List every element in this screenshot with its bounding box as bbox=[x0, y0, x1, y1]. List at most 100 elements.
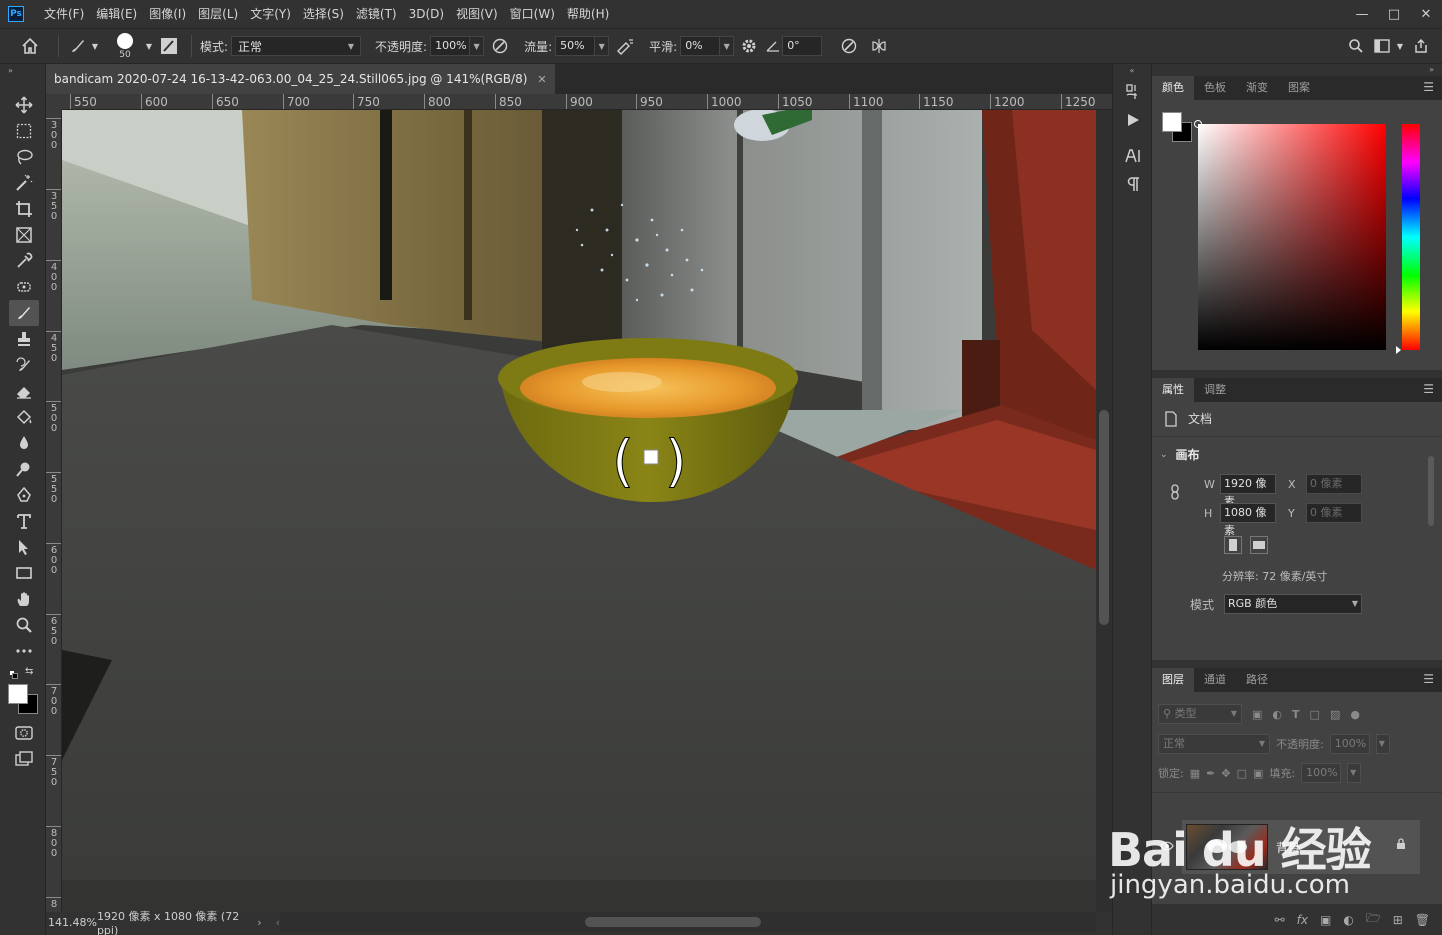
horizontal-scrollbar-thumb[interactable] bbox=[585, 917, 761, 927]
close-tab-icon[interactable]: ✕ bbox=[537, 73, 546, 86]
menu-type[interactable]: 文字(Y) bbox=[244, 0, 297, 28]
delete-layer-icon[interactable]: 🗑 bbox=[1415, 913, 1430, 927]
smart-object-filter-icon[interactable]: ▨ bbox=[1330, 708, 1340, 721]
panel-menu-icon[interactable]: ☰ bbox=[1423, 80, 1434, 94]
horizontal-scrollbar[interactable] bbox=[280, 912, 1096, 932]
y-input[interactable]: 0 像素 bbox=[1306, 503, 1362, 523]
panel-menu-icon[interactable]: ☰ bbox=[1423, 382, 1434, 396]
width-input[interactable]: 1920 像素 bbox=[1220, 474, 1276, 508]
paint-bucket-tool-icon[interactable] bbox=[9, 404, 39, 430]
chevron-down-icon[interactable]: ▼ bbox=[89, 31, 101, 61]
foreground-color-chip[interactable] bbox=[1162, 112, 1182, 132]
opacity-input[interactable]: 100% bbox=[430, 36, 471, 56]
blend-mode-select[interactable]: 正常 ▼ bbox=[1158, 734, 1270, 754]
menu-window[interactable]: 窗口(W) bbox=[504, 0, 561, 28]
opacity-dropdown[interactable]: ▼ bbox=[470, 36, 485, 56]
foreground-color-swatch[interactable] bbox=[8, 684, 28, 704]
layer-opacity-input[interactable]: 100% bbox=[1329, 734, 1370, 754]
zoom-level[interactable]: 141.48% bbox=[46, 916, 97, 929]
lock-image-icon[interactable]: ✒ bbox=[1206, 767, 1215, 780]
history-brush-tool-icon[interactable] bbox=[9, 352, 39, 378]
pressure-opacity-icon[interactable] bbox=[484, 31, 516, 61]
eyedropper-tool-icon[interactable] bbox=[9, 248, 39, 274]
menu-layer[interactable]: 图层(L) bbox=[192, 0, 244, 28]
more-tools-icon[interactable] bbox=[9, 638, 39, 664]
vertical-scrollbar-thumb[interactable] bbox=[1099, 410, 1109, 625]
clone-stamp-tool-icon[interactable] bbox=[9, 326, 39, 352]
canvas-section-header[interactable]: ⌄ 画布 bbox=[1160, 446, 1200, 463]
document-canvas[interactable]: ( ) bbox=[62, 110, 1096, 912]
workspace-icon[interactable] bbox=[1370, 31, 1394, 61]
brush-tool-preset-icon[interactable] bbox=[67, 31, 89, 61]
history-panel-icon[interactable] bbox=[1113, 78, 1153, 106]
swap-colors-icon[interactable]: ⇆ bbox=[25, 666, 33, 677]
brush-size-picker[interactable]: 50 bbox=[107, 31, 143, 61]
close-button[interactable]: ✕ bbox=[1410, 0, 1442, 28]
frame-tool-icon[interactable] bbox=[9, 222, 39, 248]
lasso-tool-icon[interactable] bbox=[9, 144, 39, 170]
pen-tool-icon[interactable] bbox=[9, 482, 39, 508]
mode-select[interactable]: 正常 ▼ bbox=[231, 36, 362, 56]
color-picker-field[interactable] bbox=[1194, 120, 1386, 350]
crop-tool-icon[interactable] bbox=[9, 196, 39, 222]
healing-brush-tool-icon[interactable] bbox=[9, 274, 39, 300]
tab-layers[interactable]: 图层 bbox=[1152, 668, 1194, 692]
properties-scrollbar[interactable] bbox=[1426, 440, 1436, 620]
menu-file[interactable]: 文件(F) bbox=[38, 0, 90, 28]
home-icon[interactable] bbox=[10, 31, 50, 61]
maximize-button[interactable]: □ bbox=[1378, 0, 1410, 28]
pressure-size-icon[interactable] bbox=[834, 31, 864, 61]
search-icon[interactable] bbox=[1342, 31, 1370, 61]
vertical-scrollbar[interactable] bbox=[1096, 110, 1112, 912]
landscape-orientation-icon[interactable] bbox=[1250, 536, 1268, 554]
path-selection-tool-icon[interactable] bbox=[9, 534, 39, 560]
lock-position-icon[interactable]: ✥ bbox=[1221, 767, 1230, 780]
collapse-icon[interactable]: « bbox=[1113, 64, 1151, 78]
color-mode-select[interactable]: RGB 颜色 ▼ bbox=[1224, 594, 1362, 614]
filter-toggle-icon[interactable]: ● bbox=[1350, 708, 1360, 721]
fx-icon[interactable]: fx bbox=[1297, 913, 1308, 927]
tab-properties[interactable]: 属性 bbox=[1152, 378, 1194, 402]
tab-patterns[interactable]: 图案 bbox=[1278, 76, 1320, 100]
adjustment-filter-icon[interactable]: ◐ bbox=[1272, 708, 1282, 721]
type-tool-icon[interactable] bbox=[9, 508, 39, 534]
symmetry-icon[interactable] bbox=[864, 31, 894, 61]
brush-settings-panel-icon[interactable] bbox=[155, 31, 183, 61]
quick-mask-icon[interactable] bbox=[9, 720, 39, 746]
new-group-icon[interactable]: 🗁 bbox=[1366, 909, 1381, 930]
eraser-tool-icon[interactable] bbox=[9, 378, 39, 404]
portrait-orientation-icon[interactable] bbox=[1224, 536, 1242, 554]
menu-edit[interactable]: 编辑(E) bbox=[90, 0, 143, 28]
link-icon[interactable] bbox=[1170, 484, 1180, 500]
height-input[interactable]: 1080 像素 bbox=[1220, 503, 1276, 537]
character-panel-icon[interactable] bbox=[1113, 142, 1153, 170]
move-tool-icon[interactable] bbox=[9, 92, 39, 118]
brush-tool-icon[interactable] bbox=[9, 300, 39, 326]
marquee-tool-icon[interactable] bbox=[9, 118, 39, 144]
flow-input[interactable]: 50% bbox=[555, 36, 596, 56]
adjustment-layer-icon[interactable]: ◐ bbox=[1343, 913, 1353, 927]
panel-menu-icon[interactable]: ☰ bbox=[1423, 672, 1434, 686]
document-tab[interactable]: bandicam 2020-07-24 16-13-42-063.00_04_2… bbox=[46, 64, 555, 94]
actions-panel-icon[interactable] bbox=[1113, 106, 1153, 134]
hue-slider-thumb[interactable] bbox=[1396, 346, 1401, 354]
tab-paths[interactable]: 路径 bbox=[1236, 668, 1278, 692]
magic-wand-tool-icon[interactable] bbox=[9, 170, 39, 196]
tab-adjustments[interactable]: 调整 bbox=[1194, 378, 1236, 402]
add-mask-icon[interactable]: ▣ bbox=[1320, 913, 1331, 927]
angle-input[interactable]: 0° bbox=[782, 36, 823, 56]
lock-artboard-icon[interactable]: □ bbox=[1237, 767, 1247, 780]
link-layers-icon[interactable]: ⚯ bbox=[1275, 913, 1285, 927]
fill-dropdown[interactable]: ▼ bbox=[1347, 763, 1362, 783]
x-input[interactable]: 0 像素 bbox=[1306, 474, 1362, 494]
smoothing-input[interactable]: 0% bbox=[680, 36, 721, 56]
default-colors-icon[interactable] bbox=[9, 670, 18, 679]
layer-filter-select[interactable]: ⚲ 类型 ▼ bbox=[1158, 704, 1242, 724]
lock-transparent-icon[interactable]: ▦ bbox=[1190, 767, 1200, 780]
color-picker-cursor[interactable] bbox=[1194, 120, 1202, 128]
collapse-panels-icon[interactable]: » bbox=[1152, 64, 1442, 76]
tab-gradients[interactable]: 渐变 bbox=[1236, 76, 1278, 100]
menu-help[interactable]: 帮助(H) bbox=[561, 0, 615, 28]
toolbar-collapse-icon[interactable]: » bbox=[0, 64, 45, 78]
menu-image[interactable]: 图像(I) bbox=[143, 0, 192, 28]
